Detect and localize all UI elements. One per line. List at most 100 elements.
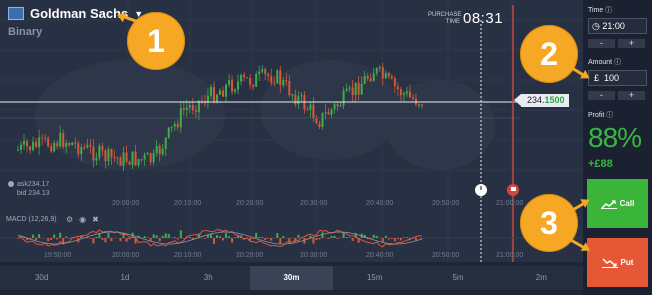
macd-bar xyxy=(405,237,408,238)
flag-icon-mark xyxy=(511,187,516,191)
time-minus-button[interactable]: - xyxy=(588,39,615,48)
settings-icon xyxy=(8,181,14,188)
candle-body xyxy=(354,82,357,95)
candle-body xyxy=(83,147,86,149)
trend-down-icon xyxy=(601,257,618,268)
timeframe-15m[interactable]: 15m xyxy=(333,266,416,290)
amount-field[interactable]: £ 100 xyxy=(588,70,647,86)
candle-body xyxy=(74,142,77,144)
macd-bar xyxy=(152,234,155,238)
candle-body xyxy=(333,104,336,110)
candle-body xyxy=(215,94,218,103)
candle-body xyxy=(23,141,26,145)
candle-body xyxy=(188,105,191,108)
timeframe-30m[interactable]: 30m xyxy=(249,266,334,290)
time-tick: 20:20:00 xyxy=(236,252,264,259)
amount-plus-button[interactable]: + xyxy=(618,91,645,100)
candle-body xyxy=(300,95,303,97)
macd-bar xyxy=(59,232,62,238)
macd-bar xyxy=(146,237,149,238)
put-button[interactable]: Put xyxy=(587,238,648,287)
candle-body xyxy=(393,78,396,87)
macd-bar xyxy=(188,237,191,238)
macd-label: MACD (12,26,9) xyxy=(6,216,57,223)
candle-body xyxy=(191,105,194,111)
timeframe-3h[interactable]: 3h xyxy=(167,266,250,290)
callout-badge-3: 3 xyxy=(520,194,578,252)
eye-icon[interactable]: ◉ xyxy=(79,215,92,224)
time-tick: 20:00:00 xyxy=(112,252,140,259)
macd-bar xyxy=(143,236,146,238)
macd-bar xyxy=(387,238,390,240)
timeframe-2m[interactable]: 2m xyxy=(500,266,583,290)
candle-body xyxy=(309,104,312,110)
candle-body xyxy=(209,86,212,96)
candle-body xyxy=(152,152,155,163)
timeframe-30d[interactable]: 30d xyxy=(0,266,83,290)
candle-body xyxy=(182,108,185,110)
chart-area[interactable]: Goldman Sachs ▼ Binary PURCHASE TIME 08:… xyxy=(0,0,583,262)
timeframe-5m[interactable]: 5m xyxy=(416,266,499,290)
profit-label: Profit ⓘ xyxy=(588,112,614,119)
candle-body xyxy=(20,144,23,150)
timeframe-1d[interactable]: 1d xyxy=(83,266,166,290)
macd-bar xyxy=(372,234,375,238)
candle-body xyxy=(59,133,62,147)
candle-body xyxy=(381,67,384,79)
candle-body xyxy=(327,112,330,115)
macd-bar xyxy=(351,238,354,241)
macd-bar xyxy=(107,233,110,238)
macd-bar xyxy=(119,238,122,242)
candle-body xyxy=(315,118,318,124)
macd-bar xyxy=(336,238,339,239)
candle-body xyxy=(330,109,333,115)
trade-panel: Time ⓘ ◷ 21:00 - + Amount ⓘ £ 100 - + Pr… xyxy=(583,0,652,295)
candle-body xyxy=(228,80,231,85)
macd-bar xyxy=(92,238,95,244)
trend-up-icon xyxy=(600,199,617,209)
close-icon[interactable]: ✖ xyxy=(92,215,105,224)
candle-body xyxy=(396,86,399,90)
candle-body xyxy=(68,143,71,146)
info-icon: ⓘ xyxy=(605,7,613,14)
macd-bar xyxy=(297,234,300,238)
candle-body xyxy=(297,96,300,105)
candle-body xyxy=(80,147,83,155)
time-label: Time ⓘ xyxy=(588,7,613,14)
candle-body xyxy=(41,137,44,139)
candle-body xyxy=(164,137,167,149)
time-tick: 21:00:00 xyxy=(496,252,524,259)
amount-minus-button[interactable]: - xyxy=(588,91,615,100)
call-button[interactable]: Call xyxy=(587,179,648,228)
candle-body xyxy=(161,148,164,155)
macd-tools[interactable]: ⚙◉✖ xyxy=(66,215,105,224)
macd-bar xyxy=(225,233,228,238)
candle-body xyxy=(264,69,267,75)
candle-body xyxy=(231,80,234,92)
candle-body xyxy=(107,149,110,162)
candle-body xyxy=(369,78,372,82)
candle-body xyxy=(158,146,161,155)
candle-body xyxy=(104,150,107,162)
asset-name: Goldman Sachs xyxy=(30,6,129,21)
candle-body xyxy=(411,97,414,99)
candle-body xyxy=(390,76,393,79)
gear-icon[interactable]: ⚙ xyxy=(66,215,79,224)
expiry-time-field[interactable]: ◷ 21:00 xyxy=(588,18,647,34)
profit-amount: +£88 xyxy=(588,158,613,170)
time-tick: 20:50:00 xyxy=(432,200,460,207)
candle-body xyxy=(89,144,92,147)
candle-body xyxy=(47,138,50,147)
time-plus-button[interactable]: + xyxy=(618,39,645,48)
macd-bar xyxy=(56,238,59,240)
candle-body xyxy=(116,157,119,159)
macd-bar xyxy=(258,237,261,238)
macd-bar xyxy=(218,236,221,238)
candle-body xyxy=(185,107,188,110)
macd-bar xyxy=(155,235,158,238)
time-tick: 20:30:00 xyxy=(300,252,328,259)
candle-body xyxy=(378,67,381,69)
macd-bar xyxy=(396,238,399,240)
time-tick: 20:00:00 xyxy=(112,200,140,207)
candle-body xyxy=(101,145,104,151)
